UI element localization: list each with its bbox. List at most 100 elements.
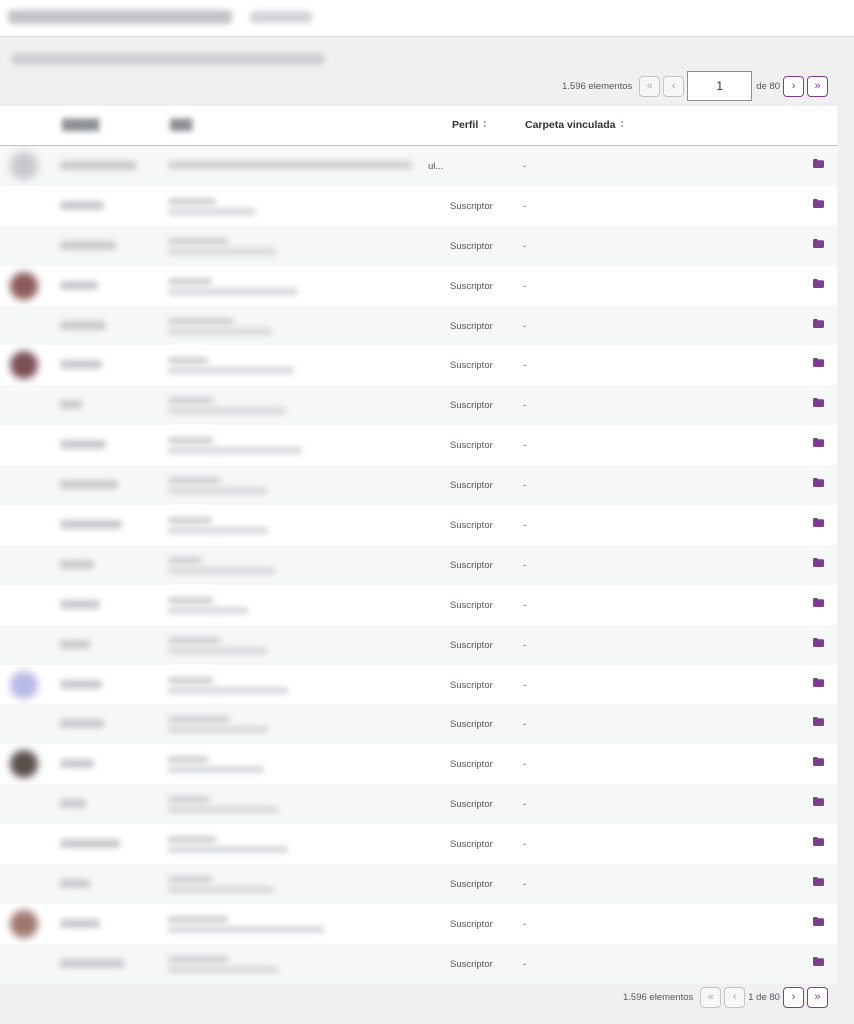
blurred-email xyxy=(168,606,248,614)
blurred-username[interactable] xyxy=(60,759,94,769)
folder-icon[interactable] xyxy=(813,238,824,251)
blurred-username[interactable] xyxy=(60,719,104,729)
table-row[interactable]: Suscriptor - xyxy=(0,864,837,904)
prev-page-button[interactable]: ‹ xyxy=(724,986,746,1008)
blurred-username[interactable] xyxy=(60,679,102,689)
col-username-header[interactable]: █████ xyxy=(62,119,99,131)
table-row[interactable]: Suscriptor - xyxy=(0,904,837,944)
table-row[interactable]: Suscriptor - xyxy=(0,385,837,426)
folder-icon[interactable] xyxy=(813,877,824,889)
table-row[interactable]: Suscriptor - xyxy=(0,824,837,864)
blurred-username[interactable] xyxy=(60,520,122,530)
table-row[interactable]: Suscriptor - xyxy=(0,505,837,545)
blurred-username[interactable] xyxy=(60,879,90,889)
table-row[interactable]: Suscriptor - xyxy=(0,943,837,984)
col-perfil-header[interactable]: Perfil ▲ ▼ xyxy=(452,119,487,131)
perfil-value: Suscriptor xyxy=(450,639,493,651)
carpeta-value: - xyxy=(523,799,527,811)
blurred-name xyxy=(168,636,220,644)
folder-icon[interactable] xyxy=(813,557,824,570)
perfil-value: Suscriptor xyxy=(450,559,493,571)
perfil-value: Suscriptor xyxy=(450,719,493,731)
blurred-username[interactable] xyxy=(60,320,106,330)
blurred-username[interactable] xyxy=(60,280,98,290)
folder-icon[interactable] xyxy=(813,318,824,331)
table-row[interactable]: Suscriptor - xyxy=(0,784,837,825)
table-row[interactable]: Suscriptor - xyxy=(0,186,837,226)
next-page-button[interactable]: › xyxy=(782,986,804,1008)
folder-icon[interactable] xyxy=(813,956,824,969)
folder-icon[interactable] xyxy=(813,478,824,490)
col-carpeta-header[interactable]: Carpeta vinculada ▲ ▼ xyxy=(525,119,624,131)
folder-icon[interactable] xyxy=(813,717,824,729)
folder-icon[interactable] xyxy=(813,797,824,809)
blurred-email xyxy=(168,766,264,774)
sort-arrows-icon[interactable]: ▲ ▼ xyxy=(482,120,487,130)
folder-icon[interactable] xyxy=(813,518,824,530)
perfil-value: Suscriptor xyxy=(450,918,493,930)
perfil-value: Suscriptor xyxy=(450,759,493,771)
folder-icon[interactable] xyxy=(813,358,824,370)
folder-icon[interactable] xyxy=(813,637,824,650)
carpeta-value: - xyxy=(523,280,527,292)
table-row[interactable]: ul... - xyxy=(0,146,837,186)
blurred-username[interactable] xyxy=(60,799,86,809)
folder-icon[interactable] xyxy=(813,198,824,211)
blurred-username[interactable] xyxy=(60,918,100,928)
table-row[interactable]: Suscriptor - xyxy=(0,704,837,745)
table-row[interactable]: Suscriptor - xyxy=(0,544,837,585)
sort-arrows-icon[interactable]: ▲ ▼ xyxy=(619,120,624,130)
table-row[interactable]: Suscriptor - xyxy=(0,465,837,506)
blurred-username[interactable] xyxy=(60,440,106,450)
table-row[interactable]: Suscriptor - xyxy=(0,744,837,784)
blurred-username[interactable] xyxy=(60,360,102,370)
table-row[interactable]: Suscriptor - xyxy=(0,624,837,665)
blurred-page-title xyxy=(8,10,232,24)
folder-icon[interactable] xyxy=(813,398,824,410)
blurred-username[interactable] xyxy=(60,161,136,170)
folder-icon[interactable] xyxy=(813,438,824,450)
folder-icon[interactable] xyxy=(813,837,824,849)
blurred-username[interactable] xyxy=(60,559,94,569)
first-page-button[interactable]: « xyxy=(700,986,722,1008)
carpeta-value: - xyxy=(523,360,527,372)
next-page-button[interactable]: › xyxy=(783,75,805,97)
avatar xyxy=(10,670,38,699)
blurred-username[interactable] xyxy=(60,958,124,968)
folder-icon[interactable] xyxy=(813,677,824,690)
folder-icon[interactable] xyxy=(813,916,824,929)
first-page-button[interactable]: « xyxy=(639,75,661,97)
table-row[interactable]: Suscriptor - xyxy=(0,305,837,346)
blurred-username[interactable] xyxy=(60,599,100,609)
items-count-bottom: 1.596 elementos xyxy=(623,991,694,1003)
table-row[interactable]: Suscriptor - xyxy=(0,585,837,625)
table-row[interactable]: Suscriptor - xyxy=(0,425,837,465)
prev-page-button[interactable]: ‹ xyxy=(663,75,685,97)
blurred-username[interactable] xyxy=(60,480,118,490)
table-row[interactable]: Suscriptor - xyxy=(0,266,837,306)
blurred-add-button[interactable] xyxy=(250,11,312,23)
blurred-views-links[interactable] xyxy=(12,53,324,65)
table-row[interactable]: Suscriptor - xyxy=(0,665,837,705)
blurred-username[interactable] xyxy=(60,400,82,410)
blurred-email xyxy=(168,806,278,814)
blurred-username[interactable] xyxy=(60,839,120,849)
blurred-email xyxy=(168,686,288,694)
blurred-username[interactable] xyxy=(60,639,90,649)
col-name-header[interactable]: ███ xyxy=(170,119,192,131)
folder-icon[interactable] xyxy=(813,159,824,171)
folder-icon[interactable] xyxy=(813,757,824,769)
table-row[interactable]: Suscriptor - xyxy=(0,345,837,385)
folder-icon[interactable] xyxy=(813,597,824,610)
blurred-email xyxy=(168,527,268,535)
current-page-input[interactable] xyxy=(687,71,753,101)
items-count: 1.596 elementos xyxy=(562,80,633,92)
last-page-button[interactable]: » xyxy=(806,986,828,1008)
last-page-button[interactable]: » xyxy=(807,75,829,97)
blurred-email xyxy=(168,726,268,734)
folder-icon[interactable] xyxy=(813,278,824,291)
table-row[interactable]: Suscriptor - xyxy=(0,225,837,266)
blurred-username[interactable] xyxy=(60,200,104,210)
blurred-username[interactable] xyxy=(60,240,116,250)
blurred-name xyxy=(168,397,214,405)
